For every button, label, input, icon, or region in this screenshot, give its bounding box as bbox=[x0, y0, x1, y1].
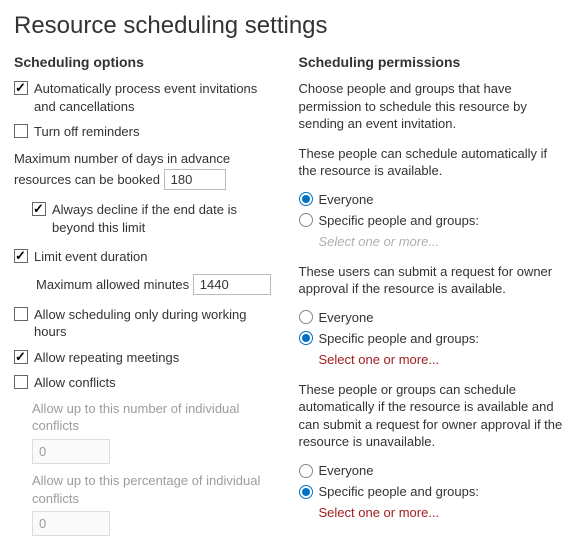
perm-group2-specific-label: Specific people and groups: bbox=[319, 331, 479, 346]
permissions-intro: Choose people and groups that have permi… bbox=[299, 80, 566, 133]
working-hours-label: Allow scheduling only during working hou… bbox=[34, 306, 281, 341]
perm-group3-select-link[interactable]: Select one or more... bbox=[319, 505, 566, 520]
perm-group1-specific-radio[interactable] bbox=[299, 213, 313, 227]
turn-off-reminders-label: Turn off reminders bbox=[34, 123, 281, 141]
conflicts-num-input[interactable] bbox=[32, 439, 110, 464]
max-minutes-label: Maximum allowed minutes bbox=[36, 277, 189, 292]
perm-group2-everyone-radio[interactable] bbox=[299, 310, 313, 324]
always-decline-checkbox[interactable] bbox=[32, 202, 46, 216]
max-minutes-input[interactable] bbox=[193, 274, 271, 295]
perm-group3-desc: These people or groups can schedule auto… bbox=[299, 381, 566, 451]
repeating-checkbox[interactable] bbox=[14, 350, 28, 364]
auto-process-checkbox[interactable] bbox=[14, 81, 28, 95]
always-decline-label: Always decline if the end date is beyond… bbox=[52, 201, 281, 236]
perm-group2-everyone-label: Everyone bbox=[319, 310, 374, 325]
perm-group3-everyone-label: Everyone bbox=[319, 463, 374, 478]
perm-group-auto-schedule: These people can schedule automatically … bbox=[299, 145, 566, 249]
perm-group3-specific-label: Specific people and groups: bbox=[319, 484, 479, 499]
limit-duration-label: Limit event duration bbox=[34, 248, 281, 266]
perm-group1-everyone-label: Everyone bbox=[319, 192, 374, 207]
scheduling-options-heading: Scheduling options bbox=[14, 54, 281, 70]
conflicts-pct-label: Allow up to this percentage of individua… bbox=[32, 472, 281, 507]
perm-group2-specific-radio[interactable] bbox=[299, 331, 313, 345]
perm-group3-specific-radio[interactable] bbox=[299, 485, 313, 499]
auto-process-label: Automatically process event invitations … bbox=[34, 80, 281, 115]
turn-off-reminders-checkbox[interactable] bbox=[14, 124, 28, 138]
scheduling-permissions-panel: Scheduling permissions Choose people and… bbox=[299, 54, 566, 546]
perm-group-request-approval: These users can submit a request for own… bbox=[299, 263, 566, 367]
scheduling-options-panel: Scheduling options Automatically process… bbox=[14, 54, 281, 546]
perm-group1-specific-label: Specific people and groups: bbox=[319, 213, 479, 228]
perm-group1-desc: These people can schedule automatically … bbox=[299, 145, 566, 180]
perm-group2-select-link[interactable]: Select one or more... bbox=[319, 352, 566, 367]
perm-group2-desc: These users can submit a request for own… bbox=[299, 263, 566, 298]
conflicts-num-label: Allow up to this number of individual co… bbox=[32, 400, 281, 435]
scheduling-permissions-heading: Scheduling permissions bbox=[299, 54, 566, 70]
page-title: Resource scheduling settings bbox=[14, 12, 565, 40]
limit-duration-checkbox[interactable] bbox=[14, 249, 28, 263]
perm-group1-select-link: Select one or more... bbox=[319, 234, 566, 249]
repeating-label: Allow repeating meetings bbox=[34, 349, 281, 367]
max-days-input[interactable] bbox=[164, 169, 226, 190]
conflicts-pct-input[interactable] bbox=[32, 511, 110, 536]
allow-conflicts-checkbox[interactable] bbox=[14, 375, 28, 389]
perm-group1-everyone-radio[interactable] bbox=[299, 192, 313, 206]
working-hours-checkbox[interactable] bbox=[14, 307, 28, 321]
perm-group3-everyone-radio[interactable] bbox=[299, 464, 313, 478]
perm-group-mixed: These people or groups can schedule auto… bbox=[299, 381, 566, 520]
allow-conflicts-label: Allow conflicts bbox=[34, 374, 281, 392]
